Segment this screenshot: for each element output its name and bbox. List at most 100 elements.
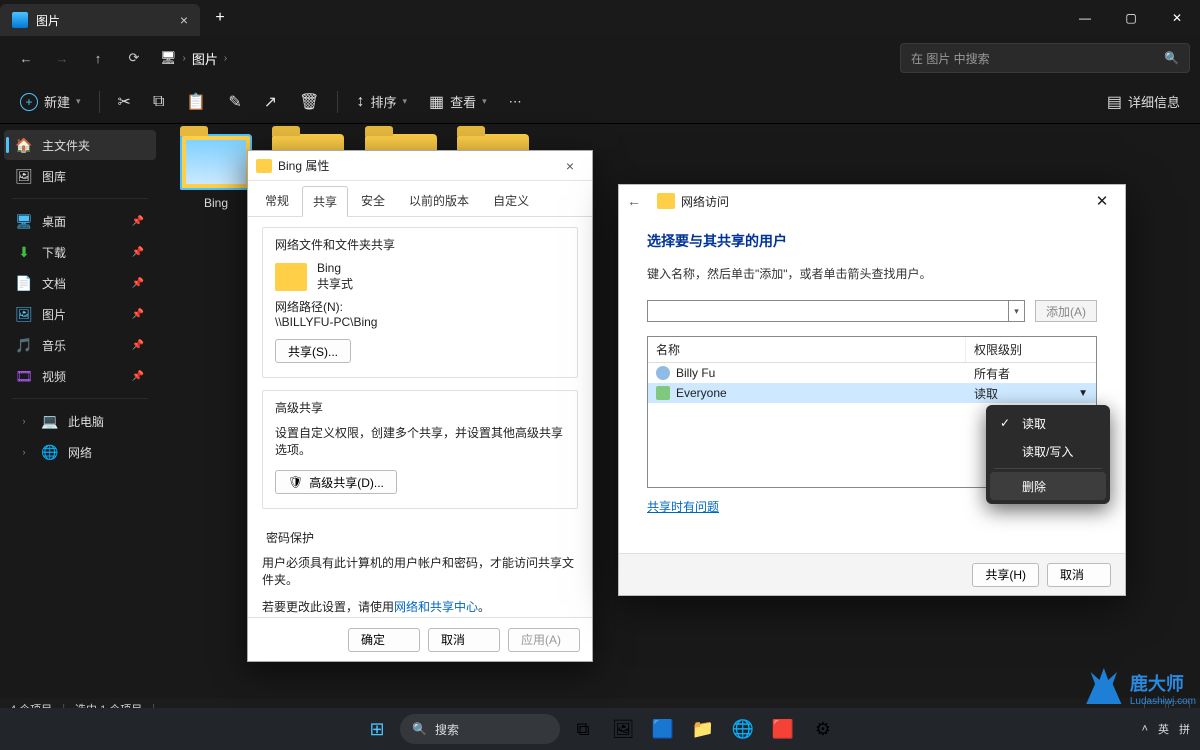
sharing-trouble-link[interactable]: 共享时有问题 — [647, 498, 719, 515]
sidebar-item-gallery[interactable]: 🖼 图库 — [4, 161, 156, 191]
forward-button[interactable]: → — [46, 42, 78, 74]
deer-icon — [1082, 668, 1126, 708]
menu-item-readwrite[interactable]: 读取/写入 — [990, 437, 1106, 465]
close-icon[interactable]: ✕ — [1087, 192, 1117, 210]
menu-item-read[interactable]: ✓ 读取 — [990, 409, 1106, 437]
path-label: 网络路径(N): — [275, 298, 565, 315]
more-button[interactable]: ⋯ — [499, 86, 532, 118]
taskbar-app[interactable]: 🟥 — [766, 712, 800, 746]
chevron-right-icon: › — [16, 444, 32, 460]
crumb-pictures[interactable]: 图片 — [192, 49, 218, 68]
tab-general[interactable]: 常规 — [254, 185, 300, 216]
start-button[interactable]: ⊞ — [360, 712, 394, 746]
sidebar-item-music[interactable]: 🎵 音乐 📌 — [4, 330, 156, 360]
menu-item-remove[interactable]: 删除 — [990, 472, 1106, 500]
pictures-icon: 🖼 — [16, 306, 32, 322]
new-button[interactable]: + 新建 ▾ — [10, 86, 91, 118]
ime-indicator[interactable]: 英 — [1158, 721, 1169, 737]
sidebar-item-videos[interactable]: 🎞 视频 📌 — [4, 361, 156, 391]
explorer-tab[interactable]: 图片 × — [0, 4, 200, 36]
apply-button[interactable]: 应用(A) — [508, 628, 580, 652]
chevron-right-icon: › — [224, 53, 227, 64]
tab-security[interactable]: 安全 — [350, 185, 396, 216]
taskbar-explorer[interactable]: 📁 — [686, 712, 720, 746]
close-icon[interactable]: × — [556, 158, 584, 174]
minimize-button[interactable]: — — [1062, 0, 1108, 36]
chevron-down-icon: ▾ — [402, 96, 407, 107]
task-view-button[interactable]: ⧉ — [566, 712, 600, 746]
view-icon: ▦ — [429, 92, 444, 112]
taskbar-app[interactable]: 🖼 — [606, 712, 640, 746]
rename-button[interactable]: ✎ — [218, 86, 251, 118]
view-button[interactable]: ▦ 查看 ▾ — [419, 86, 497, 118]
folder-bing[interactable]: Bing — [174, 134, 258, 210]
share-button[interactable]: 共享(S)... — [275, 339, 351, 363]
copy-button[interactable]: ⧉ — [143, 86, 174, 118]
tab-sharing[interactable]: 共享 — [302, 186, 348, 217]
add-button[interactable]: 添加(A) — [1035, 300, 1097, 322]
new-tab-button[interactable]: + — [200, 0, 240, 36]
taskbar-app[interactable]: 🟦 — [646, 712, 680, 746]
taskbar-edge[interactable]: 🌐 — [726, 712, 760, 746]
advanced-share-button[interactable]: 高级共享(D)... — [275, 470, 397, 494]
sidebar-item-downloads[interactable]: ⬇ 下载 📌 — [4, 237, 156, 267]
search-input[interactable]: 在 图片 中搜索 🔍 — [900, 43, 1190, 73]
chevron-down-icon[interactable]: ▾ — [1008, 301, 1024, 321]
sidebar-item-pictures[interactable]: 🖼 图片 📌 — [4, 299, 156, 329]
taskbar-search[interactable]: 🔍 搜索 — [400, 714, 560, 744]
music-icon: 🎵 — [16, 337, 32, 353]
details-pane-button[interactable]: ▤ 详细信息 — [1097, 86, 1190, 118]
paste-button[interactable]: 📋 — [176, 86, 216, 118]
share-button[interactable]: ↗ — [254, 86, 287, 118]
ok-button[interactable]: 确定 — [348, 628, 420, 652]
tab-previous-versions[interactable]: 以前的版本 — [398, 185, 480, 216]
cancel-button[interactable]: 取消 — [428, 628, 500, 652]
tab-close-icon[interactable]: × — [180, 12, 188, 28]
group-advanced-sharing: 高级共享 设置自定义权限，创建多个共享，并设置其他高级共享选项。 高级共享(D)… — [262, 390, 578, 509]
back-button[interactable]: ← — [10, 42, 42, 74]
user-icon — [656, 366, 670, 380]
network-center-link[interactable]: 网络和共享中心 — [394, 600, 478, 614]
table-row[interactable]: Billy Fu 所有者 — [648, 363, 1096, 383]
pin-icon: 📌 — [132, 371, 144, 382]
pin-icon: 📌 — [132, 216, 144, 227]
breadcrumb[interactable]: 🖥 › 图片 › — [160, 49, 896, 68]
user-combobox[interactable]: ▾ — [647, 300, 1025, 322]
delete-button[interactable]: 🗑 — [289, 86, 329, 118]
tab-customize[interactable]: 自定义 — [482, 185, 540, 216]
pc-icon: 💻 — [42, 413, 58, 429]
back-button[interactable]: ← — [627, 193, 657, 209]
this-pc-icon: 🖥 — [160, 50, 177, 66]
sidebar-item-thispc[interactable]: › 💻 此电脑 — [4, 406, 156, 436]
folder-icon — [256, 159, 272, 173]
search-icon: 🔍 — [1164, 51, 1179, 65]
sidebar-item-network[interactable]: › 🌐 网络 — [4, 437, 156, 467]
col-name[interactable]: 名称 — [648, 337, 966, 362]
tray-chevron-icon[interactable]: ˄ — [1142, 723, 1148, 735]
dialog-title: Bing 属性 — [278, 157, 329, 174]
table-row[interactable]: Everyone 读取▼ — [648, 383, 1096, 403]
cancel-button[interactable]: 取消 — [1047, 563, 1111, 587]
sidebar-item-home[interactable]: 🏠 主文件夹 — [4, 130, 156, 160]
dialog-titlebar[interactable]: Bing 属性 × — [248, 151, 592, 181]
close-button[interactable]: ✕ — [1154, 0, 1200, 36]
sidebar-item-desktop[interactable]: 🖥 桌面 📌 — [4, 206, 156, 236]
rename-icon: ✎ — [228, 92, 241, 112]
col-permission[interactable]: 权限级别 — [966, 337, 1096, 362]
refresh-button[interactable]: ⟳ — [118, 42, 150, 74]
ellipsis-icon: ⋯ — [509, 94, 522, 110]
up-button[interactable]: ↑ — [82, 42, 114, 74]
sidebar-item-documents[interactable]: 📄 文档 📌 — [4, 268, 156, 298]
share-button[interactable]: 共享(H) — [972, 563, 1039, 587]
cut-button[interactable]: ✂ — [108, 86, 141, 118]
folder-label: Bing — [174, 196, 258, 210]
taskbar: ⊞ 🔍 搜索 ⧉ 🖼 🟦 📁 🌐 🟥 ⚙ ˄ 英 拼 — [0, 708, 1200, 750]
taskbar-settings[interactable]: ⚙ — [806, 712, 840, 746]
chevron-down-icon[interactable]: ▼ — [1078, 388, 1088, 399]
maximize-button[interactable]: ▢ — [1108, 0, 1154, 36]
sort-button[interactable]: ↕ 排序 ▾ — [346, 86, 417, 118]
sidebar-item-label: 文档 — [42, 275, 66, 292]
group-network-sharing: 网络文件和文件夹共享 Bing 共享式 网络路径(N): \\BILLYFU-P… — [262, 227, 578, 378]
group-icon — [656, 386, 670, 400]
ime-indicator[interactable]: 拼 — [1179, 721, 1190, 737]
